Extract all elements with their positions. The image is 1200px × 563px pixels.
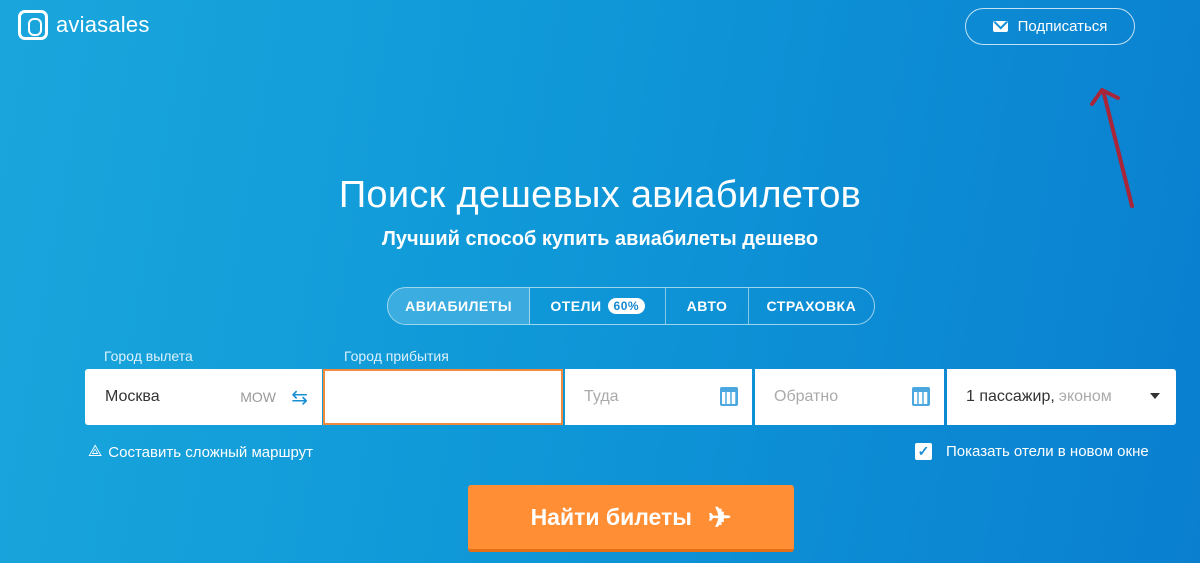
route-icon: ⟁ [88, 443, 103, 460]
search-button[interactable]: Найти билеты ✈ [468, 485, 794, 552]
origin-value: Москва [105, 388, 160, 405]
tab-hotels[interactable]: ОТЕЛИ 60% [530, 288, 667, 324]
destination-label: Город прибытия [344, 348, 449, 364]
swap-icon[interactable]: ⇆ [291, 385, 308, 410]
show-hotels-label: Показать отели в новом окне [946, 443, 1149, 460]
aviasales-logo-icon [18, 10, 48, 40]
subscribe-button[interactable]: Подписаться [965, 8, 1135, 45]
page-subtitle: Лучший способ купить авиабилеты дешево [381, 228, 819, 250]
calendar-icon[interactable] [720, 387, 738, 406]
origin-label: Город вылета [104, 348, 193, 364]
plane-icon: ✈ [707, 501, 732, 533]
page-title: Поиск дешевых авиабилетов [338, 174, 862, 216]
subscribe-label: Подписаться [1017, 18, 1108, 35]
complex-route-link[interactable]: ⟁ Составить сложный маршрут [88, 443, 313, 461]
tab-insurance[interactable]: СТРАХОВКА [749, 288, 874, 324]
complex-route-label: Составить сложный маршрут [108, 443, 314, 461]
return-date-input[interactable]: Обратно [755, 369, 944, 425]
depart-date-input[interactable]: Туда [565, 369, 752, 425]
origin-input[interactable]: Москва MOW ⇆ [85, 369, 322, 425]
calendar-icon[interactable] [912, 387, 930, 406]
origin-code: MOW [240, 389, 276, 405]
class-value: эконом [1058, 388, 1112, 405]
passengers-value: 1 пассажир, [966, 388, 1055, 405]
tab-flights[interactable]: АВИАБИЛЕТЫ [388, 288, 531, 324]
tab-cars[interactable]: АВТО [666, 288, 749, 324]
chevron-down-icon [1150, 393, 1160, 399]
depart-placeholder: Туда [584, 388, 619, 405]
checkmark-icon[interactable]: ✓ [915, 443, 932, 460]
logo[interactable]: aviasales [18, 10, 150, 40]
return-placeholder: Обратно [774, 388, 839, 405]
search-button-label: Найти билеты [530, 503, 692, 530]
logo-text: aviasales [56, 12, 150, 37]
show-hotels-checkbox[interactable]: ✓ Показать отели в новом окне [915, 443, 1149, 460]
product-tabs: АВИАБИЛЕТЫ ОТЕЛИ 60% АВТО СТРАХОВКА [387, 287, 875, 325]
destination-input[interactable] [323, 369, 563, 425]
mail-icon [992, 21, 1008, 32]
discount-badge: 60% [607, 298, 646, 314]
passengers-select[interactable]: 1 пассажир, эконом [947, 369, 1176, 425]
